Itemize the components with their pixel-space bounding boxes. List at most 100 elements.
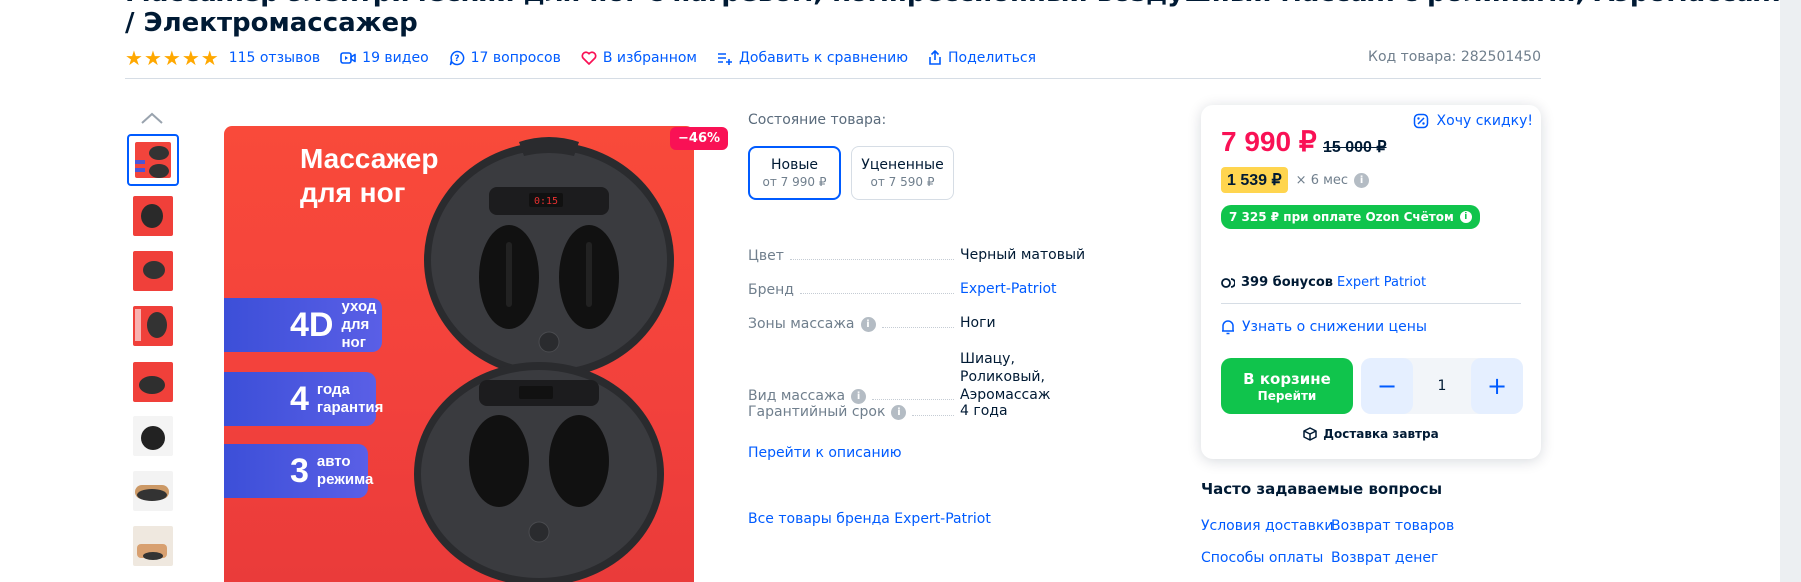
condition-label: Состояние товара: [748, 112, 887, 128]
feature-pill-value: 4 [290, 379, 309, 418]
page-scroll-edge [1780, 0, 1801, 582]
faq-link-delivery[interactable]: Условия доставки [1201, 518, 1333, 534]
info-icon[interactable]: i [860, 317, 876, 332]
condition-title: Уцененные [861, 157, 944, 173]
cart-button-subtitle: Перейти [1257, 388, 1317, 403]
condition-price: от 7 590 ₽ [870, 175, 935, 189]
gallery-thumb[interactable] [127, 134, 179, 186]
price-alert-link[interactable]: Узнать о снижении цены [1221, 319, 1427, 335]
spec-key: Бренд [748, 282, 794, 298]
in-cart-button[interactable]: В корзине Перейти [1221, 358, 1353, 414]
bonus-row: 399 бонусов Expert Patriot [1221, 275, 1426, 290]
feature-pill-value: 4D [290, 305, 334, 344]
discount-tag-icon [1413, 113, 1429, 129]
brand-link[interactable]: Expert-Patriot [960, 280, 1168, 298]
feature-pill-text: авто режима [316, 453, 374, 488]
videos-link[interactable]: 19 видео [340, 50, 429, 66]
compare-link[interactable]: Добавить к сравнению [717, 50, 908, 66]
gallery-thumb[interactable] [127, 300, 179, 352]
faq-title: Часто задаваемые вопросы [1201, 480, 1443, 498]
spec-key: Зоны массажа [748, 316, 855, 332]
condition-used-button[interactable]: Уцененные от 7 590 ₽ [851, 146, 954, 200]
star-icon: ★ [143, 46, 162, 70]
main-product-image[interactable]: Массажер для ног 0:15 4D уход для ног 4 … [224, 126, 694, 582]
spec-value: Ноги [960, 315, 996, 331]
delivery-label: Доставка завтра [1323, 427, 1439, 441]
questions-link[interactable]: ? 17 вопросов [449, 50, 561, 66]
box-icon [1303, 427, 1318, 441]
faq-link-refund[interactable]: Возврат денег [1331, 550, 1438, 566]
faq-link-returns[interactable]: Возврат товаров [1331, 518, 1454, 534]
reviews-link[interactable]: 115 отзывов [229, 50, 320, 66]
ozon-account-badge[interactable]: 7 325 ₽ при оплате Ozon Счётом i [1221, 205, 1480, 229]
installment-row[interactable]: 1 539 ₽ × 6 мес i [1221, 167, 1370, 193]
spec-value: Черный матовый [960, 247, 1086, 263]
star-icon: ★ [125, 46, 143, 70]
spec-key: Цвет [748, 248, 784, 264]
questions-label: 17 вопросов [470, 50, 561, 66]
gallery-thumb[interactable] [127, 520, 179, 572]
spec-row-warranty: Гарантийный срок i 4 года [748, 402, 1168, 420]
discount-badge: −46% [670, 127, 729, 150]
info-icon[interactable]: i [1354, 172, 1370, 188]
product-title-line2: / Электромассажер [125, 8, 418, 38]
price-alert-label: Узнать о снижении цены [1242, 319, 1427, 335]
increase-button[interactable]: + [1471, 358, 1523, 414]
spec-value: Шиацу, Роликовый, Аэромассаж [960, 351, 1051, 403]
chevron-up-icon[interactable] [140, 110, 164, 124]
want-discount-label: Хочу скидку! [1436, 113, 1533, 129]
faq-link-payment[interactable]: Способы оплаты [1201, 550, 1323, 566]
condition-price: от 7 990 ₽ [762, 175, 827, 189]
feature-pill-text: уход для ног [341, 298, 377, 351]
star-icon: ★ [162, 46, 181, 70]
spec-key: Гарантийный срок [748, 404, 886, 420]
video-icon [340, 51, 356, 65]
installment-term: × 6 мес [1295, 172, 1349, 188]
share-icon [928, 50, 942, 66]
bell-icon [1221, 319, 1235, 335]
delivery-info: Доставка завтра [1201, 427, 1541, 441]
old-price: 15 000 ₽ [1323, 139, 1387, 156]
goto-description-link[interactable]: Перейти к описанию [748, 445, 901, 461]
favorite-link[interactable]: В избранном [581, 50, 697, 66]
share-link[interactable]: Поделиться [928, 50, 1036, 66]
cart-button-title: В корзине [1243, 369, 1331, 388]
share-label: Поделиться [948, 50, 1036, 66]
current-price: 7 990 ₽ [1221, 126, 1317, 157]
info-icon: i [1459, 211, 1472, 223]
device-screen-text: 0:15 [534, 196, 558, 207]
ozon-account-text: 7 325 ₽ при оплате Ozon Счётом [1229, 210, 1454, 224]
feature-pill: 4D уход для ног [224, 298, 382, 352]
gallery-thumb[interactable] [127, 410, 179, 462]
quantity-stepper: − 1 + [1361, 358, 1523, 414]
want-discount-link[interactable]: Хочу скидку! [1413, 113, 1533, 129]
gallery-thumb[interactable] [127, 465, 179, 517]
feature-pill: 4 года гарантия [224, 372, 383, 426]
spec-row-zones: Зоны массажа i Ноги [748, 314, 1168, 332]
decrease-button[interactable]: − [1361, 358, 1413, 414]
gallery-thumb[interactable] [127, 245, 179, 297]
price-card: Хочу скидку! 7 990 ₽ 15 000 ₽ 1 539 ₽ × … [1201, 105, 1541, 459]
spec-value: 4 года [960, 403, 1008, 419]
compare-label: Добавить к сравнению [738, 50, 909, 66]
spec-row-type: Вид массажа i Шиацу, Роликовый, Аэромасса… [748, 350, 1168, 404]
favorite-label: В избранном [602, 50, 697, 66]
svg-text:?: ? [454, 54, 459, 64]
spec-row-brand: Бренд Expert-Patriot [748, 280, 1168, 298]
installment-price: 1 539 ₽ [1221, 167, 1288, 193]
feature-pill: 3 авто режима [224, 444, 373, 498]
info-icon[interactable]: i [891, 405, 907, 420]
star-icon: ★ [181, 46, 200, 70]
quantity-value[interactable]: 1 [1413, 378, 1471, 394]
product-title-line1: Массажер электрический для ног с нагрево… [125, 0, 1801, 8]
header-divider [125, 78, 1541, 79]
gallery-thumb[interactable] [127, 190, 179, 242]
gallery-thumb[interactable] [127, 356, 179, 408]
spec-row-color: Цвет Черный матовый [748, 246, 1168, 264]
rating-stars[interactable]: ★ ★ ★ ★ ★ [125, 48, 219, 68]
product-meta-row: ★ ★ ★ ★ ★ 115 отзывов 19 видео ? 17 вопр… [125, 48, 1056, 68]
feature-pill-value: 3 [290, 451, 309, 490]
bonus-brand-link[interactable]: Expert Patriot [1337, 275, 1426, 290]
all-brand-products-link[interactable]: Все товары бренда Expert-Patriot [748, 511, 991, 527]
condition-new-button[interactable]: Новые от 7 990 ₽ [748, 146, 841, 200]
